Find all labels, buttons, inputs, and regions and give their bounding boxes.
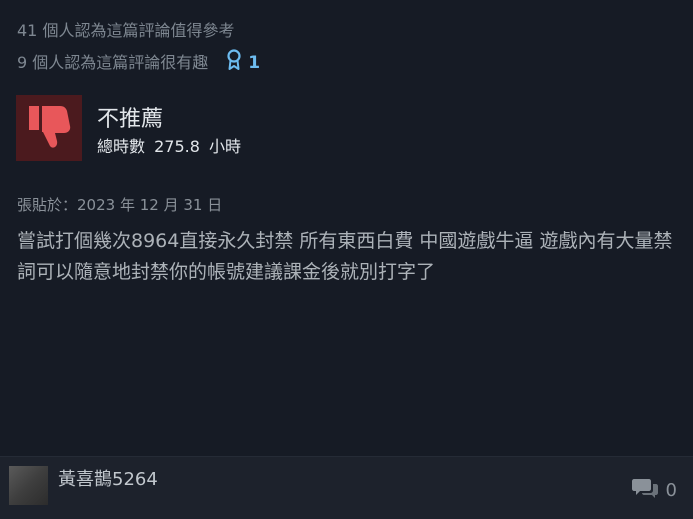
posted-date: 張貼於：2023 年 12 月 31 日 xyxy=(17,196,223,214)
avatar[interactable] xyxy=(9,466,48,505)
username[interactable]: 黃喜鵲5264 xyxy=(58,468,158,492)
award-button[interactable]: 1 xyxy=(226,49,260,77)
thumbs-down-icon xyxy=(26,102,72,154)
verdict-title: 不推薦 xyxy=(97,107,164,132)
review-card: 41 個人認為這篇評論值得參考 9 個人認為這篇評論很有趣 1 不推薦 總時數 … xyxy=(0,0,693,519)
hours-value: 275.8 xyxy=(154,137,200,156)
funny-count-text: 9 個人認為這篇評論很有趣 xyxy=(17,53,209,72)
comment-bubbles-icon xyxy=(631,477,658,503)
hours-unit: 小時 xyxy=(209,137,242,156)
helpful-count-text: 41 個人認為這篇評論值得參考 xyxy=(17,21,235,40)
verdict-thumb[interactable] xyxy=(16,95,82,161)
comment-count: 0 xyxy=(665,479,677,501)
review-footer: 黃喜鵲5264 0 xyxy=(0,457,693,519)
award-count: 1 xyxy=(248,53,261,73)
hours-played: 總時數 275.8 小時 xyxy=(97,136,241,158)
comments-button[interactable]: 0 xyxy=(631,477,677,503)
funny-row: 9 個人認為這篇評論很有趣 1 xyxy=(17,49,260,77)
verdict-section: 不推薦 總時數 275.8 小時 xyxy=(16,95,241,161)
hours-label: 總時數 xyxy=(97,137,146,156)
review-body: 嘗試打個幾次8964直接永久封禁 所有東西白費 中國遊戲牛逼 遊戲內有大量禁詞可… xyxy=(17,230,673,283)
verdict-text: 不推薦 總時數 275.8 小時 xyxy=(97,107,241,158)
award-ribbon-icon xyxy=(226,49,242,77)
